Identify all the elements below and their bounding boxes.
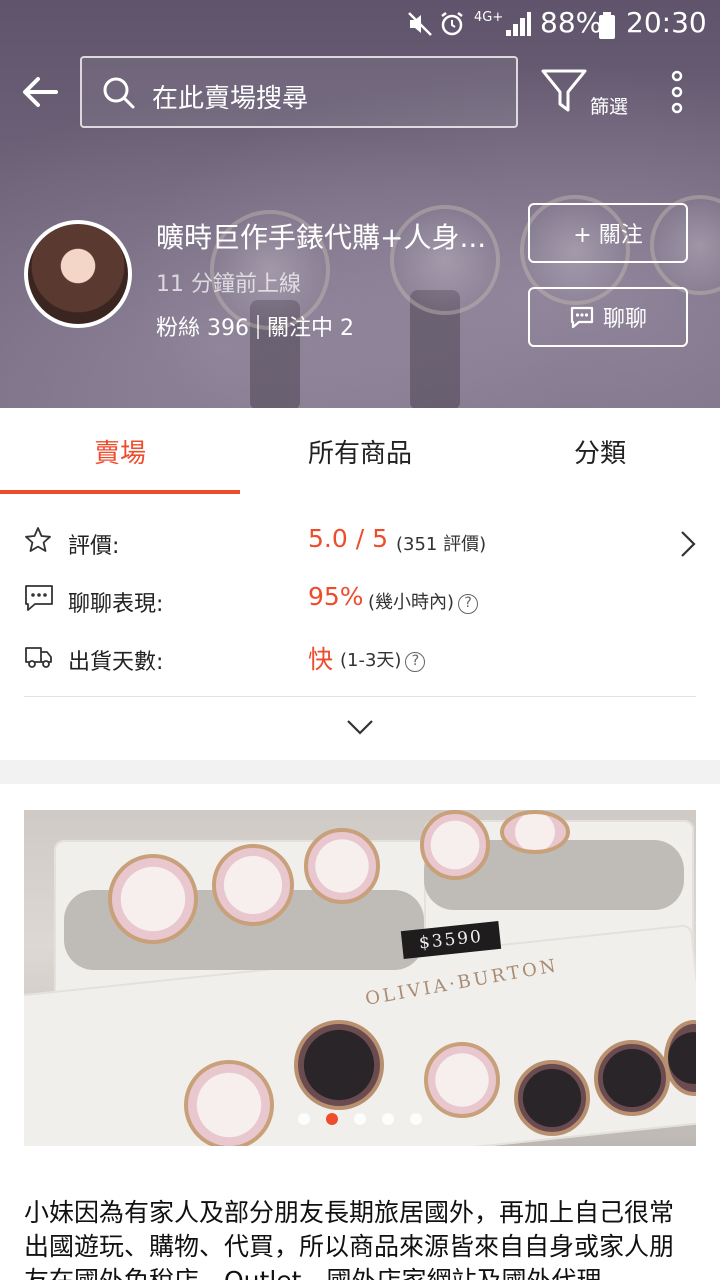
shop-page: 4G+ 88% 20:30 在此賣場搜尋 篩選 曠時巨作手錶代購+人身... 1… [0, 0, 720, 1280]
watch-face [304, 828, 380, 904]
rating-count: (351 評價) [396, 534, 487, 555]
watch-face [294, 1020, 384, 1110]
watch-face [420, 810, 490, 880]
help-icon[interactable]: ? [405, 652, 426, 672]
back-arrow-icon [23, 77, 58, 107]
filter-icon [541, 69, 587, 112]
watch-face [500, 810, 570, 854]
chat-button[interactable]: 聊聊 [528, 287, 688, 347]
followers-count[interactable]: 粉絲 396 [156, 316, 249, 341]
carousel-pagination [0, 1110, 720, 1126]
chat-button-label: 聊聊 [602, 307, 647, 332]
carousel-dot[interactable] [410, 1113, 422, 1125]
chat-performance-row: 聊聊表現: 95% (幾小時內)? [0, 576, 720, 626]
shipping-days-label: 出貨天數: [68, 650, 164, 675]
filter-button[interactable]: 篩選 [540, 68, 632, 118]
battery-icon [599, 12, 615, 39]
ratings-divider [24, 696, 696, 697]
carousel-dot[interactable] [382, 1113, 394, 1125]
chat-performance-value: 95% [308, 582, 364, 611]
tab-all-products[interactable]: 所有商品 [240, 408, 480, 494]
chat-performance-label: 聊聊表現: [68, 592, 164, 617]
chat-bubble-icon [570, 306, 594, 329]
truck-icon [25, 647, 52, 668]
signal-icon [506, 12, 531, 36]
watch-face [212, 844, 294, 926]
shipping-days-value: 快 [308, 645, 334, 674]
watch-face [184, 1060, 274, 1146]
chevron-right-icon [681, 531, 696, 557]
help-icon[interactable]: ? [458, 594, 479, 614]
carousel-dot[interactable] [354, 1113, 366, 1125]
battery-percent: 88% [540, 6, 603, 39]
top-bar: 在此賣場搜尋 篩選 [0, 56, 720, 128]
search-input[interactable]: 在此賣場搜尋 [80, 56, 518, 128]
tab-categories[interactable]: 分類 [480, 408, 720, 494]
tab-shop[interactable]: 賣場 [0, 408, 240, 494]
active-tab-indicator [0, 490, 240, 494]
search-icon [103, 77, 135, 109]
rating-label: 評價: [68, 534, 120, 559]
status-bar: 4G+ 88% 20:30 [0, 0, 720, 48]
carousel-dot[interactable] [298, 1113, 310, 1125]
watch-face [424, 1042, 500, 1118]
rating-row[interactable]: 評價: 5.0 / 5 (351 評價) [0, 518, 720, 568]
shipping-days-row: 出貨天數: 快 (1-3天)? [0, 634, 720, 684]
shipping-range: (1-3天) [340, 650, 402, 671]
filter-label: 篩選 [590, 96, 629, 118]
watch-face [594, 1040, 670, 1116]
chat-performance-note: (幾小時內)? [368, 588, 479, 614]
more-options-button[interactable] [664, 70, 690, 114]
chat-response-time: (幾小時內) [368, 592, 455, 613]
network-type: 4G+ [474, 10, 504, 25]
section-separator [0, 760, 720, 784]
shop-avatar[interactable] [24, 220, 132, 328]
clock: 20:30 [626, 6, 707, 39]
back-button[interactable] [20, 72, 60, 112]
watch-face [108, 854, 198, 944]
shop-description: 小妹因為有家人及部分朋友長期旅居國外，再加上自己很常出國遊玩、購物、代買，所以商… [24, 1198, 675, 1280]
carousel-dot-active[interactable] [326, 1113, 338, 1125]
chat-bubble-icon [25, 585, 53, 611]
shop-banner-carousel[interactable]: $3590 OLIVIA·BURTON [24, 810, 696, 1146]
shop-name: 曠時巨作手錶代購+人身... [156, 221, 487, 254]
following-count[interactable]: 關注中 2 [267, 316, 354, 341]
rating-value: 5.0 / 5 [308, 524, 388, 553]
shipping-days-note: (1-3天)? [340, 646, 426, 672]
shop-stats: 粉絲 396 關注中 2 [156, 310, 354, 342]
shop-tabs: 賣場 所有商品 分類 [0, 408, 720, 494]
star-icon [25, 527, 51, 552]
follow-button[interactable]: + 關注 [528, 203, 688, 263]
stats-divider [257, 315, 259, 339]
search-placeholder: 在此賣場搜尋 [152, 84, 309, 114]
last-online-status: 11 分鐘前上線 [156, 272, 301, 297]
alarm-icon [441, 12, 463, 36]
chevron-down-icon[interactable] [346, 718, 374, 736]
more-vert-icon [671, 70, 683, 114]
mute-icon [408, 12, 432, 36]
